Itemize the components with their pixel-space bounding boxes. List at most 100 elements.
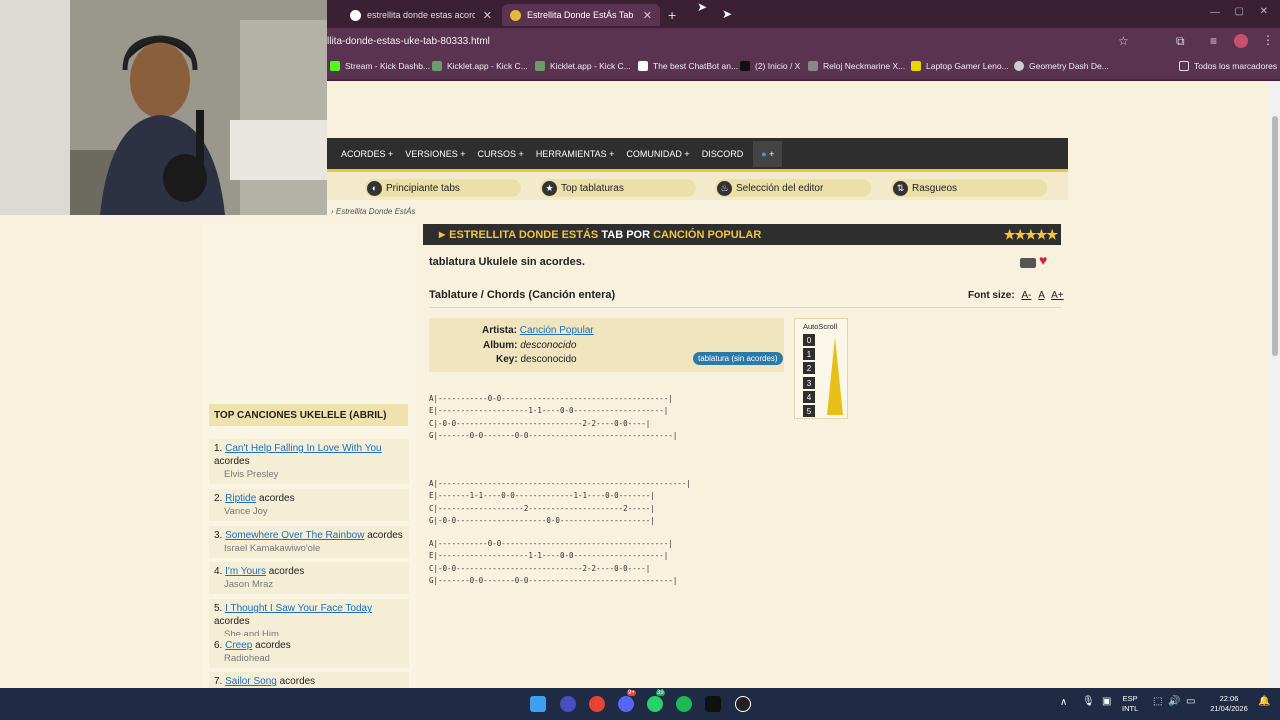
discord-icon[interactable]: 9+ [618, 690, 636, 712]
bookmark-star-icon[interactable]: ☆ [1118, 34, 1129, 48]
new-tab-button[interactable]: + [660, 4, 684, 26]
chrome-icon[interactable] [589, 696, 605, 712]
user-menu[interactable]: ● + [753, 140, 783, 167]
minimize-icon[interactable]: — [1210, 7, 1220, 18]
title-mid: TAB POR [601, 228, 651, 241]
battery-icon[interactable]: ▭ [1186, 696, 1195, 707]
song-link[interactable]: Sailor Song [225, 676, 277, 687]
kick-icon [330, 61, 340, 71]
caret-right-icon: ▶ [439, 230, 446, 239]
whatsapp-icon[interactable]: 39 [647, 690, 665, 712]
autoscroll-level-0[interactable]: 0 [803, 334, 815, 346]
nav-herramientas[interactable]: HERRAMIENTAS + [534, 149, 617, 159]
media-icon[interactable]: ≡ [1210, 34, 1217, 48]
strum-icon: ⇅ [893, 180, 908, 196]
album-row: Album: desconocido [483, 340, 577, 351]
user-icon: ● [761, 148, 767, 159]
autoscroll-level-4[interactable]: 4 [803, 391, 815, 403]
close-tab-icon[interactable]: ✕ [643, 9, 652, 22]
tab-subtitle: tablatura Ukulele sin acordes. [429, 256, 585, 268]
autoscroll-level-1[interactable]: 1 [803, 348, 815, 360]
scroll-thumb[interactable] [1272, 116, 1278, 356]
autoscroll-level-3[interactable]: 3 [803, 377, 815, 389]
discord-badge: 9+ [627, 690, 636, 696]
notifications-icon[interactable]: 🔔 [1258, 696, 1270, 707]
nav-acordes[interactable]: ACORDES + [339, 149, 395, 159]
list-item: 4. I'm Yours acordes Jason Mraz [209, 562, 409, 594]
font-larger-button[interactable]: A+ [1051, 290, 1064, 301]
pill-seleccion-editor[interactable]: ♨ Selección del editor [715, 179, 871, 197]
song-link[interactable]: I Thought I Saw Your Face Today [225, 603, 372, 614]
input-language[interactable]: ESP INTL [1122, 694, 1138, 714]
pill-top-tablaturas[interactable]: ★ Top tablaturas [540, 179, 696, 197]
print-icon[interactable] [1020, 258, 1036, 268]
site-favicon-icon [510, 9, 521, 21]
tab-estrellita[interactable]: Estrellita Donde EstÁs Tab por C ✕ [502, 4, 660, 26]
bookmark-item[interactable]: Reloj Neckmarine X... [808, 61, 905, 71]
beginner-icon: ◐ [367, 180, 382, 196]
bookmark-item[interactable]: Kicklet.app - Kick C... [535, 61, 631, 71]
song-link[interactable]: Can't Help Falling In Love With You [225, 443, 381, 454]
song-link[interactable]: Creep [225, 640, 252, 651]
bookmark-item[interactable]: (2) Inicio / X [740, 61, 800, 71]
network-icon[interactable]: ⬚ [1153, 696, 1162, 707]
bookmark-item[interactable]: The best ChatBot an... [638, 61, 738, 71]
tab-type-badge[interactable]: tablatura (sin acordes) [693, 352, 783, 365]
top-songs-header: TOP CANCIONES UKELELE (ABRIL) [209, 404, 408, 426]
tablature-block: A|-----------0-0------------------------… [429, 539, 678, 585]
speed-ramp-graphic [827, 337, 843, 415]
nav-versiones[interactable]: VERSIONES + [403, 149, 467, 159]
favorite-heart-icon[interactable]: ♥ [1039, 252, 1047, 268]
divider [429, 307, 1061, 308]
more-menu-icon[interactable]: ⋮ [1262, 33, 1274, 47]
spotify-icon[interactable] [676, 696, 692, 712]
extensions-icon[interactable]: ⧉ [1176, 34, 1185, 49]
obs-icon[interactable] [735, 696, 751, 712]
font-size-controls: Font size: A- A A+ [968, 290, 1064, 301]
list-item: 6. Creep acordes Radiohead [209, 636, 409, 668]
maximize-icon[interactable]: ▢ [1235, 6, 1244, 17]
nav-discord[interactable]: DISCORD [700, 149, 746, 159]
mouse-cursor-icon: ➤ [722, 7, 733, 21]
windows-start-icon[interactable] [530, 696, 546, 712]
app-icon[interactable] [705, 696, 721, 712]
close-tab-icon[interactable]: ✕ [483, 9, 492, 22]
artist-link[interactable]: Canción Popular [520, 325, 594, 336]
autoscroll-level-5[interactable]: 5 [803, 405, 815, 417]
song-artist: Radiohead [224, 653, 270, 664]
clock[interactable]: 22:06 21/04/2026 [1206, 694, 1252, 714]
autoscroll-level-2[interactable]: 2 [803, 362, 815, 374]
profile-avatar[interactable] [1234, 34, 1248, 48]
song-link[interactable]: Riptide [225, 493, 256, 504]
url-field[interactable]: llita-donde-estas-uke-tab-80333.html [327, 36, 490, 47]
rating-stars[interactable]: ★★★★★ [1004, 227, 1058, 243]
bookmark-item[interactable]: Kicklet.app - Kick C... [432, 61, 528, 71]
pill-rasgueos[interactable]: ⇅ Rasgueos [891, 179, 1047, 197]
page-scrollbar[interactable] [1270, 81, 1280, 688]
tray-app-icon[interactable]: ▣ [1102, 696, 1111, 707]
bookmark-item[interactable]: Laptop Gamer Leno... [911, 61, 1009, 71]
windows-taskbar: 9+ 39 ∧ 🎙 ▣ ESP INTL ⬚ 🔊 ▭ 22:06 21/04/202… [0, 688, 1280, 720]
mic-icon[interactable]: 🎙 [1082, 696, 1095, 707]
song-link[interactable]: I'm Yours [225, 566, 266, 577]
tab-search[interactable]: estrellita donde estas acordes u ✕ [342, 4, 500, 26]
bookmark-item[interactable]: Stream - Kick Dashb... [330, 61, 430, 71]
song-artist: Vance Joy [224, 506, 268, 517]
nav-comunidad[interactable]: COMUNIDAD + [624, 149, 691, 159]
nav-cursos[interactable]: CURSOS + [476, 149, 526, 159]
pill-principiante[interactable]: ◐ Principiante tabs [365, 179, 521, 197]
font-normal-button[interactable]: A [1038, 290, 1044, 301]
close-window-icon[interactable]: ✕ [1260, 6, 1268, 17]
tab-title: Estrellita Donde EstÁs Tab por C [527, 10, 635, 20]
bookmark-item[interactable]: Geometry Dash De... [1014, 61, 1109, 71]
app-icon[interactable] [560, 696, 576, 712]
all-bookmarks-folder[interactable]: Todos los marcadores [1179, 61, 1277, 71]
volume-icon[interactable]: 🔊 [1168, 696, 1180, 707]
font-smaller-button[interactable]: A- [1021, 290, 1031, 301]
tablature-block: A|--------------------------------------… [429, 479, 691, 525]
song-link[interactable]: Somewhere Over The Rainbow [225, 530, 364, 541]
list-item: 2. Riptide acordes Vance Joy [209, 489, 409, 521]
tray-chevron-icon[interactable]: ∧ [1060, 697, 1067, 708]
list-item: 7. Sailor Song acordes [209, 672, 409, 688]
song-artist-title[interactable]: CANCIÓN POPULAR [653, 229, 761, 241]
